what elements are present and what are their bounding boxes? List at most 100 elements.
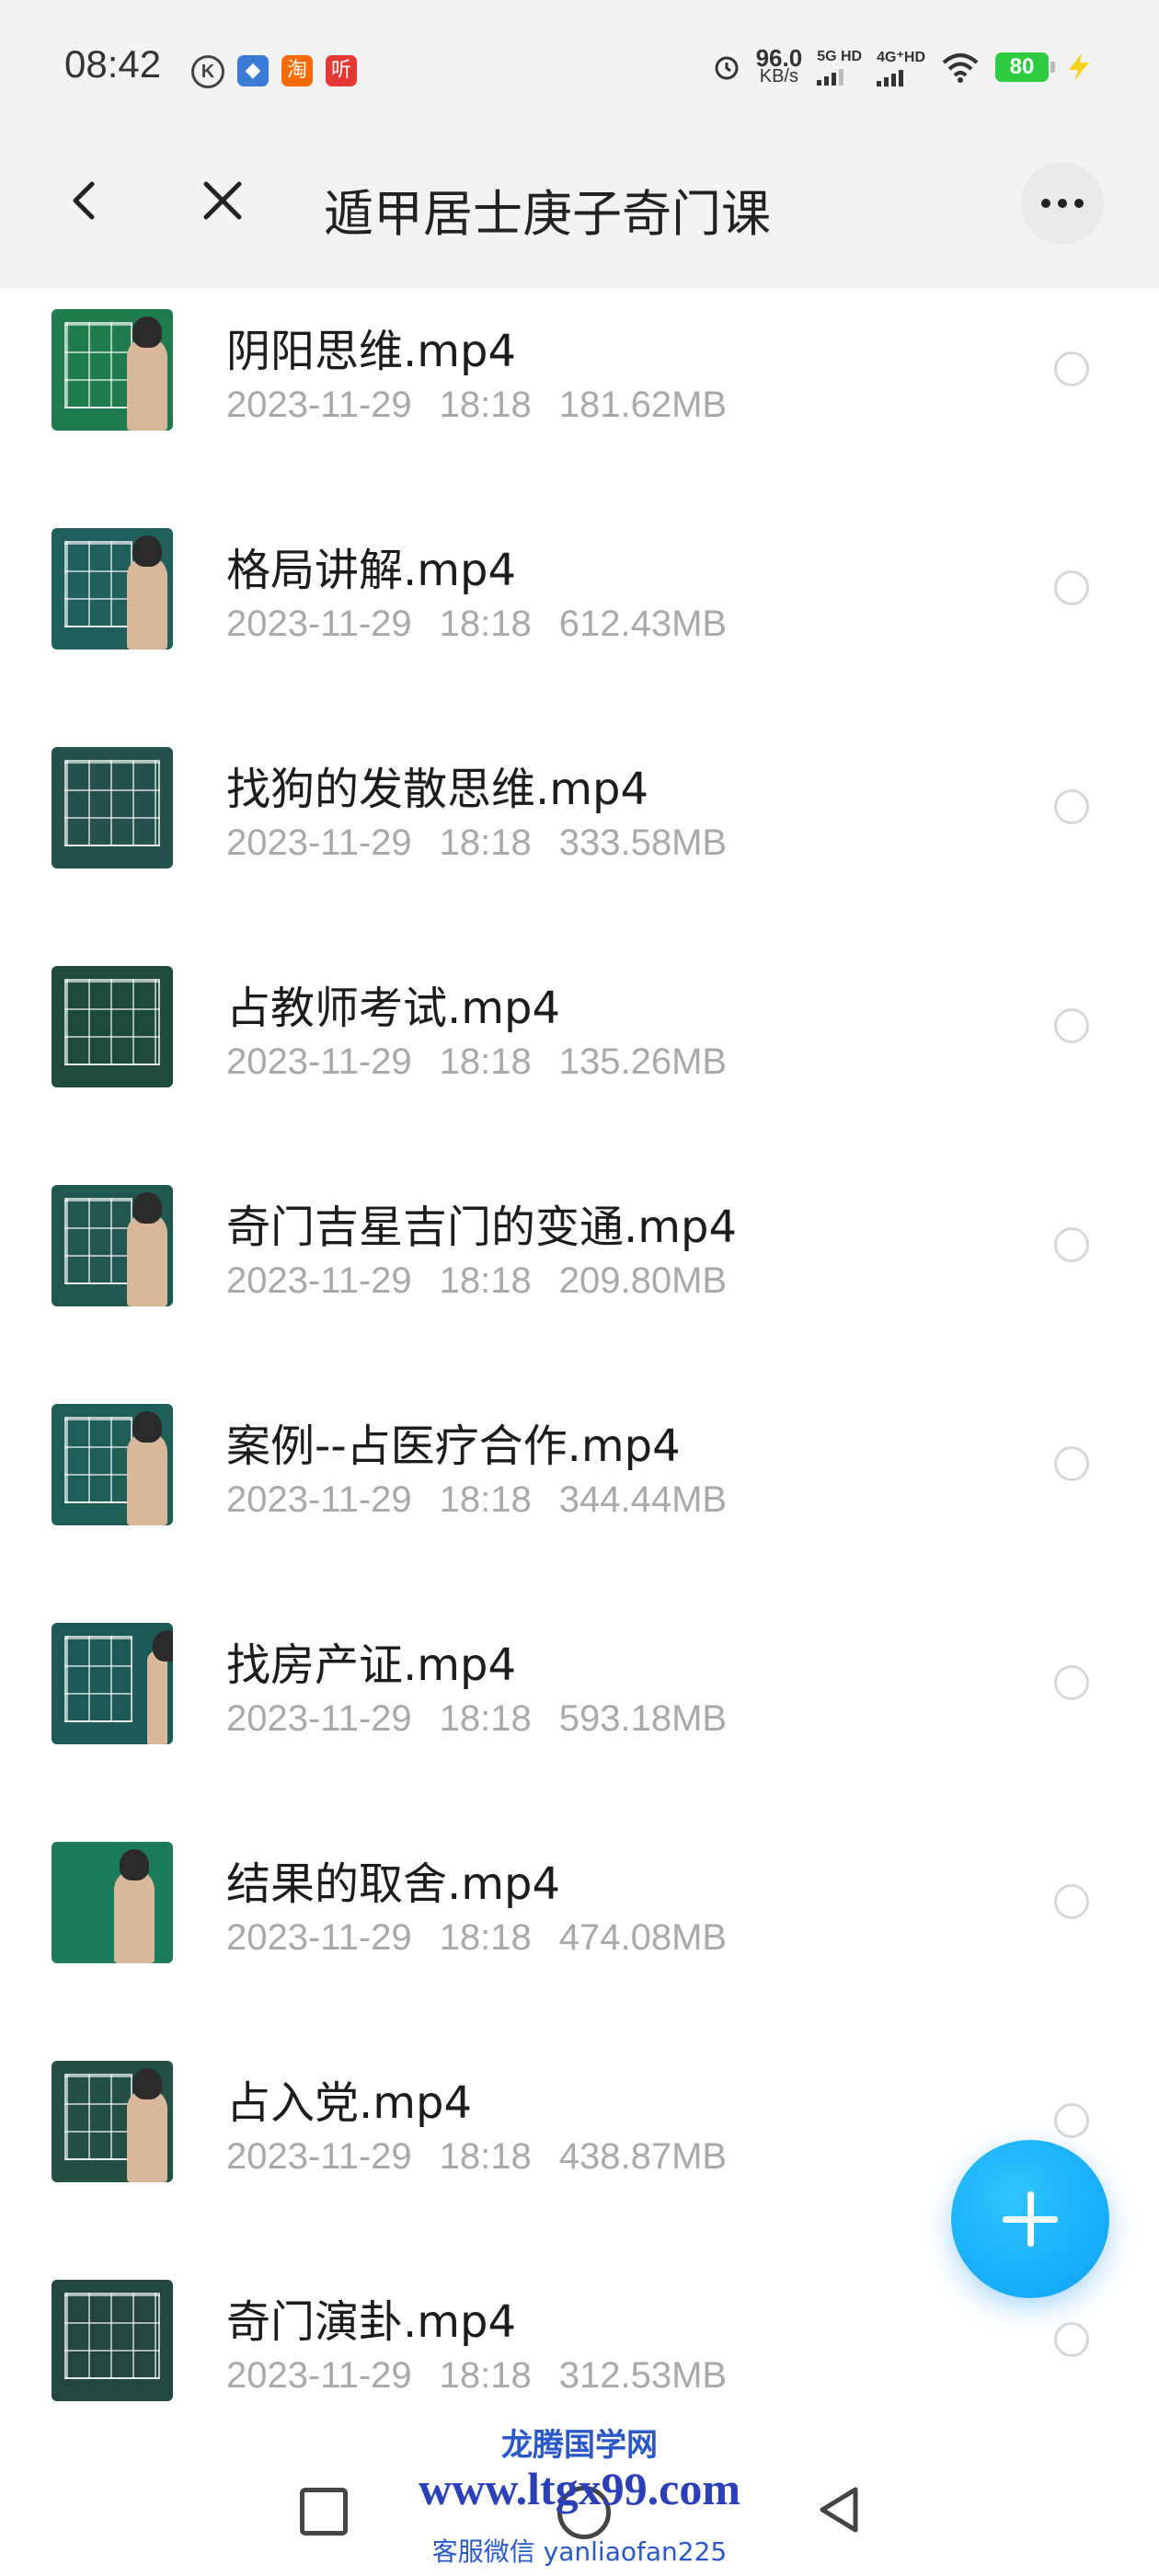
file-date: 2023-11-29: [226, 1698, 412, 1739]
file-time: 18:18: [439, 1041, 532, 1082]
net-label-4g: 4G⁺HD: [877, 50, 925, 65]
file-size: 344.44MB: [558, 1479, 728, 1520]
video-thumbnail: [52, 747, 173, 868]
video-thumbnail: [52, 1185, 173, 1306]
file-size: 181.62MB: [558, 385, 728, 425]
file-date: 2023-11-29: [226, 1479, 412, 1520]
plus-icon[interactable]: [951, 2140, 1109, 2298]
net-label-5g: 5G HD: [817, 49, 863, 64]
select-radio[interactable]: [1054, 1665, 1089, 1700]
video-thumbnail: [52, 309, 173, 431]
file-row[interactable]: 结果的取舍.mp4 2023-11-29 18:18 474.08MB: [0, 1822, 1159, 2041]
file-meta: 2023-11-29 18:18 612.43MB: [226, 604, 754, 645]
file-name: 找房产证.mp4: [226, 1639, 517, 1691]
file-date: 2023-11-29: [226, 1260, 412, 1301]
video-thumbnail: [52, 2061, 173, 2182]
watermark-contact: 客服微信 yanliaofan225: [431, 2536, 728, 2567]
file-name: 占入党.mp4: [226, 2077, 473, 2129]
file-size: 474.08MB: [558, 1917, 728, 1958]
file-name: 占教师考试.mp4: [226, 983, 561, 1034]
video-thumbnail: [52, 2280, 173, 2401]
alarm-icon: [715, 56, 739, 80]
file-date: 2023-11-29: [226, 1041, 412, 1082]
select-radio[interactable]: [1054, 1227, 1089, 1262]
file-date: 2023-11-29: [226, 385, 412, 425]
file-name: 结果的取舍.mp4: [226, 1858, 561, 1910]
file-row[interactable]: 案例--占医疗合作.mp4 2023-11-29 18:18 344.44MB: [0, 1384, 1159, 1603]
file-date: 2023-11-29: [226, 604, 412, 644]
video-thumbnail: [52, 528, 173, 650]
file-name: 奇门演卦.mp4: [226, 2296, 517, 2348]
file-time: 18:18: [439, 604, 532, 644]
file-size: 135.26MB: [558, 1041, 728, 1082]
speed-value: 96.0: [755, 44, 803, 72]
file-meta: 2023-11-29 18:18 135.26MB: [226, 1041, 754, 1083]
watermark-title: 龙腾国学网: [501, 2427, 658, 2464]
file-row[interactable]: 找狗的发散思维.mp4 2023-11-29 18:18 333.58MB: [0, 727, 1159, 946]
file-name: 案例--占医疗合作.mp4: [226, 1420, 681, 1472]
file-time: 18:18: [439, 1479, 532, 1520]
video-thumbnail: [52, 1404, 173, 1525]
title-bar: 遁甲居士庚子奇门课: [0, 116, 1159, 289]
file-name: 找狗的发散思维.mp4: [226, 764, 649, 815]
file-name: 奇门吉星吉门的变通.mp4: [226, 1202, 738, 1253]
file-time: 18:18: [439, 1698, 532, 1739]
file-date: 2023-11-29: [226, 1917, 412, 1958]
file-meta: 2023-11-29 18:18 181.62MB: [226, 385, 754, 426]
file-row[interactable]: 阴阳思维.mp4 2023-11-29 18:18 181.62MB: [0, 289, 1159, 508]
file-row[interactable]: 找房产证.mp4 2023-11-29 18:18 593.18MB: [0, 1603, 1159, 1822]
file-meta: 2023-11-29 18:18 593.18MB: [226, 1698, 754, 1740]
select-radio[interactable]: [1054, 2103, 1089, 2138]
select-radio[interactable]: [1054, 570, 1089, 605]
k-icon: K: [191, 55, 224, 88]
signal-bars-icon: [817, 65, 862, 86]
video-thumbnail: [52, 966, 173, 1087]
file-date: 2023-11-29: [226, 822, 412, 863]
select-radio[interactable]: [1054, 1008, 1089, 1043]
file-time: 18:18: [439, 2355, 532, 2396]
notification-icons: K ◆ 淘 听: [191, 55, 357, 88]
file-row[interactable]: 格局讲解.mp4 2023-11-29 18:18 612.43MB: [0, 508, 1159, 727]
video-thumbnail: [52, 1623, 173, 1744]
file-meta: 2023-11-29 18:18 312.53MB: [226, 2355, 754, 2397]
file-size: 333.58MB: [558, 822, 728, 863]
taobao-icon: 淘: [281, 55, 313, 86]
select-radio[interactable]: [1054, 2322, 1089, 2357]
speed-unit: KB/s: [759, 66, 798, 86]
more-icon[interactable]: [1021, 162, 1104, 245]
select-radio[interactable]: [1054, 351, 1089, 386]
file-meta: 2023-11-29 18:18 209.80MB: [226, 1260, 754, 1302]
watermark-url: www.ltgx99.com: [419, 2463, 740, 2514]
file-name: 阴阳思维.mp4: [226, 326, 517, 377]
status-right: 96.0 KB/s 5G HD 4G⁺HD 80: [712, 44, 1095, 86]
file-meta: 2023-11-29 18:18 474.08MB: [226, 1917, 754, 1959]
battery-level: 80: [995, 52, 1055, 82]
file-time: 18:18: [439, 2136, 532, 2177]
close-icon[interactable]: [193, 171, 252, 230]
file-time: 18:18: [439, 1917, 532, 1958]
wifi-icon: [942, 53, 979, 83]
chevron-left-icon[interactable]: [55, 171, 114, 230]
file-size: 612.43MB: [558, 604, 728, 644]
status-time: 08:42: [64, 42, 162, 86]
file-size: 438.87MB: [558, 2136, 728, 2177]
file-meta: 2023-11-29 18:18 438.87MB: [226, 2136, 754, 2178]
file-meta: 2023-11-29 18:18 344.44MB: [226, 1479, 754, 1521]
select-radio[interactable]: [1054, 1884, 1089, 1919]
select-radio[interactable]: [1054, 1446, 1089, 1481]
file-list: 阴阳思维.mp4 2023-11-29 18:18 181.62MB 格局讲解.mp…: [0, 289, 1159, 2478]
file-row[interactable]: 占教师考试.mp4 2023-11-29 18:18 135.26MB: [0, 946, 1159, 1165]
file-date: 2023-11-29: [226, 2355, 412, 2396]
screen: 08:42 K ◆ 淘 听 96.0 KB/s 5G HD 4G⁺HD 80 遁…: [0, 0, 1159, 2576]
file-time: 18:18: [439, 385, 532, 425]
file-size: 593.18MB: [558, 1698, 728, 1739]
select-radio[interactable]: [1054, 789, 1089, 824]
page-title: 遁甲居士庚子奇门课: [324, 185, 771, 243]
file-size: 312.53MB: [558, 2355, 728, 2396]
file-row[interactable]: 奇门吉星吉门的变通.mp4 2023-11-29 18:18 209.80MB: [0, 1165, 1159, 1384]
signal-5g: 5G HD: [817, 49, 862, 86]
file-name: 格局讲解.mp4: [226, 545, 517, 596]
file-date: 2023-11-29: [226, 2136, 412, 2177]
signal-bars-icon: [877, 66, 925, 86]
file-size: 209.80MB: [558, 1260, 728, 1301]
